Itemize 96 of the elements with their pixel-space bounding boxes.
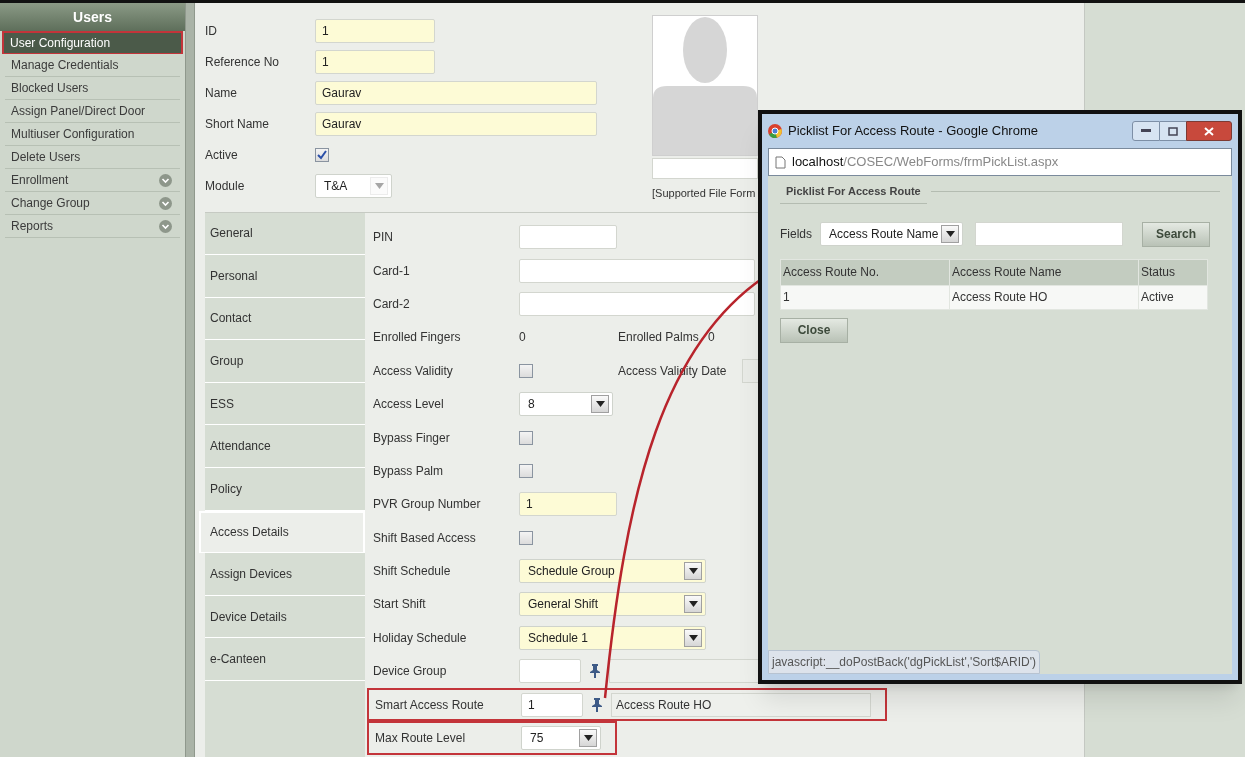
sidebar-item[interactable]: Change Group (5, 192, 180, 215)
table-cell: 1 (780, 285, 950, 309)
field-label: Max Route Level (375, 730, 467, 748)
field-label: Bypass Finger (373, 429, 451, 447)
expand-icon[interactable] (159, 196, 172, 210)
count-value: 0 (708, 329, 715, 347)
dropdown[interactable]: 8 (519, 392, 613, 417)
photo-field[interactable] (652, 158, 758, 179)
dropdown-caret-icon (688, 601, 698, 608)
checkbox[interactable] (519, 463, 533, 478)
sidebar-title: Users (0, 3, 185, 31)
dropdown-caret-icon (583, 735, 593, 742)
maximize-icon (1168, 126, 1178, 136)
maximize-button[interactable] (1160, 121, 1186, 141)
checkbox[interactable] (519, 363, 533, 378)
search-field[interactable] (975, 222, 1123, 246)
field-label: Short Name (205, 115, 271, 133)
dropdown-caret-icon (688, 568, 698, 575)
text-field[interactable]: 1 (315, 49, 435, 74)
page-icon (775, 155, 786, 169)
sidebar-item[interactable]: Multiuser Configuration (5, 123, 180, 146)
address-bar[interactable]: localhost/COSEC/WebForms/frmPickList.aspx (768, 148, 1232, 176)
sidebar-item[interactable]: User Configuration (2, 31, 183, 54)
close-icon (1204, 126, 1214, 136)
field-label: Start Shift (373, 596, 427, 614)
status-bubble: javascript:__doPostBack('dgPickList','Sort$ARID') (768, 650, 1040, 674)
field-label: Card-1 (373, 262, 411, 280)
text-field[interactable] (519, 291, 755, 316)
dropdown[interactable]: 75 (521, 726, 601, 751)
field-label: PVR Group Number (373, 496, 482, 514)
table-cell: Access Route HO (949, 285, 1139, 309)
field-label: Device Group (373, 663, 448, 681)
field-label: Holiday Schedule (373, 629, 468, 647)
window-title: Picklist For Access Route - Google Chrome (788, 122, 1038, 141)
text-field[interactable] (519, 225, 617, 250)
text-field[interactable] (519, 258, 755, 283)
photo-caption: [Supported File Form (652, 186, 757, 201)
url-text: localhost/COSEC/WebForms/frmPickList.aspx (792, 153, 1059, 172)
sidebar-item[interactable]: Enrollment (5, 169, 180, 192)
splitter-bar[interactable] (185, 3, 195, 757)
field-label: Shift Based Access (373, 529, 477, 547)
field-label: ID (205, 22, 218, 40)
field-label: Access Level (373, 396, 445, 414)
text-field[interactable]: Gaurav (315, 111, 597, 136)
expand-icon[interactable] (159, 219, 172, 233)
dropdown[interactable]: Schedule Group (519, 559, 706, 584)
dropdown-caret-icon (945, 231, 955, 237)
field-label: Module (205, 177, 246, 195)
dropdown-caret-icon (688, 634, 698, 641)
column-header[interactable]: Access Route No. (780, 259, 950, 285)
dropdown-caret-icon (595, 401, 605, 408)
minimize-icon (1141, 129, 1151, 133)
checkbox[interactable] (519, 430, 533, 445)
sidebar-item[interactable]: Blocked Users (5, 77, 180, 100)
field-label: Reference No (205, 53, 281, 71)
checkbox[interactable] (519, 530, 533, 545)
pushpin-icon[interactable] (591, 697, 603, 712)
field-label: Access Validity (373, 362, 454, 380)
browser-logo-icon (768, 124, 782, 138)
dropdown[interactable]: Schedule 1 (519, 625, 706, 650)
close-button[interactable]: Close (780, 317, 848, 343)
field-label: Enrolled Palms (618, 329, 700, 347)
close-window-button[interactable] (1186, 121, 1232, 141)
count-value: 0 (519, 329, 527, 347)
column-header[interactable]: Status (1138, 259, 1208, 285)
lookup-name-field: Access Route HO (611, 692, 871, 717)
sidebar-item[interactable]: Delete Users (5, 146, 180, 169)
text-field[interactable]: 1 (519, 492, 617, 517)
checkbox[interactable] (315, 147, 329, 162)
dropdown[interactable]: Access Route Name (820, 222, 963, 246)
text-field[interactable]: 1 (315, 18, 435, 43)
search-button[interactable]: Search (1142, 221, 1210, 247)
text-field[interactable] (519, 659, 581, 684)
field-label: Enrolled Fingers (373, 329, 462, 347)
field-label: Name (205, 84, 238, 102)
sidebar-item[interactable]: Reports (5, 215, 180, 238)
dropdown[interactable]: General Shift (519, 592, 706, 617)
pushpin-icon[interactable] (589, 664, 601, 679)
sidebar-item[interactable]: Assign Panel/Direct Door (5, 100, 180, 123)
section-legend: Picklist For Access Route (780, 180, 927, 204)
field-label: PIN (373, 229, 394, 247)
field-label: Smart Access Route (375, 696, 485, 714)
tab[interactable]: Access Details (199, 510, 365, 554)
text-field[interactable]: 1 (521, 692, 583, 717)
field-label: Active (205, 146, 239, 164)
dropdown-caret-icon (374, 182, 384, 189)
sidebar-item[interactable]: Manage Credentials (5, 54, 180, 77)
expand-icon[interactable] (159, 173, 172, 187)
table-cell: Active (1138, 285, 1208, 309)
field-label: Shift Schedule (373, 563, 452, 581)
minimize-button[interactable] (1132, 121, 1160, 141)
field-label: Card-2 (373, 295, 411, 313)
column-header[interactable]: Access Route Name (949, 259, 1139, 285)
field-label: Bypass Palm (373, 462, 445, 480)
text-field[interactable]: Gaurav (315, 80, 597, 105)
field-label: Fields (780, 226, 812, 243)
